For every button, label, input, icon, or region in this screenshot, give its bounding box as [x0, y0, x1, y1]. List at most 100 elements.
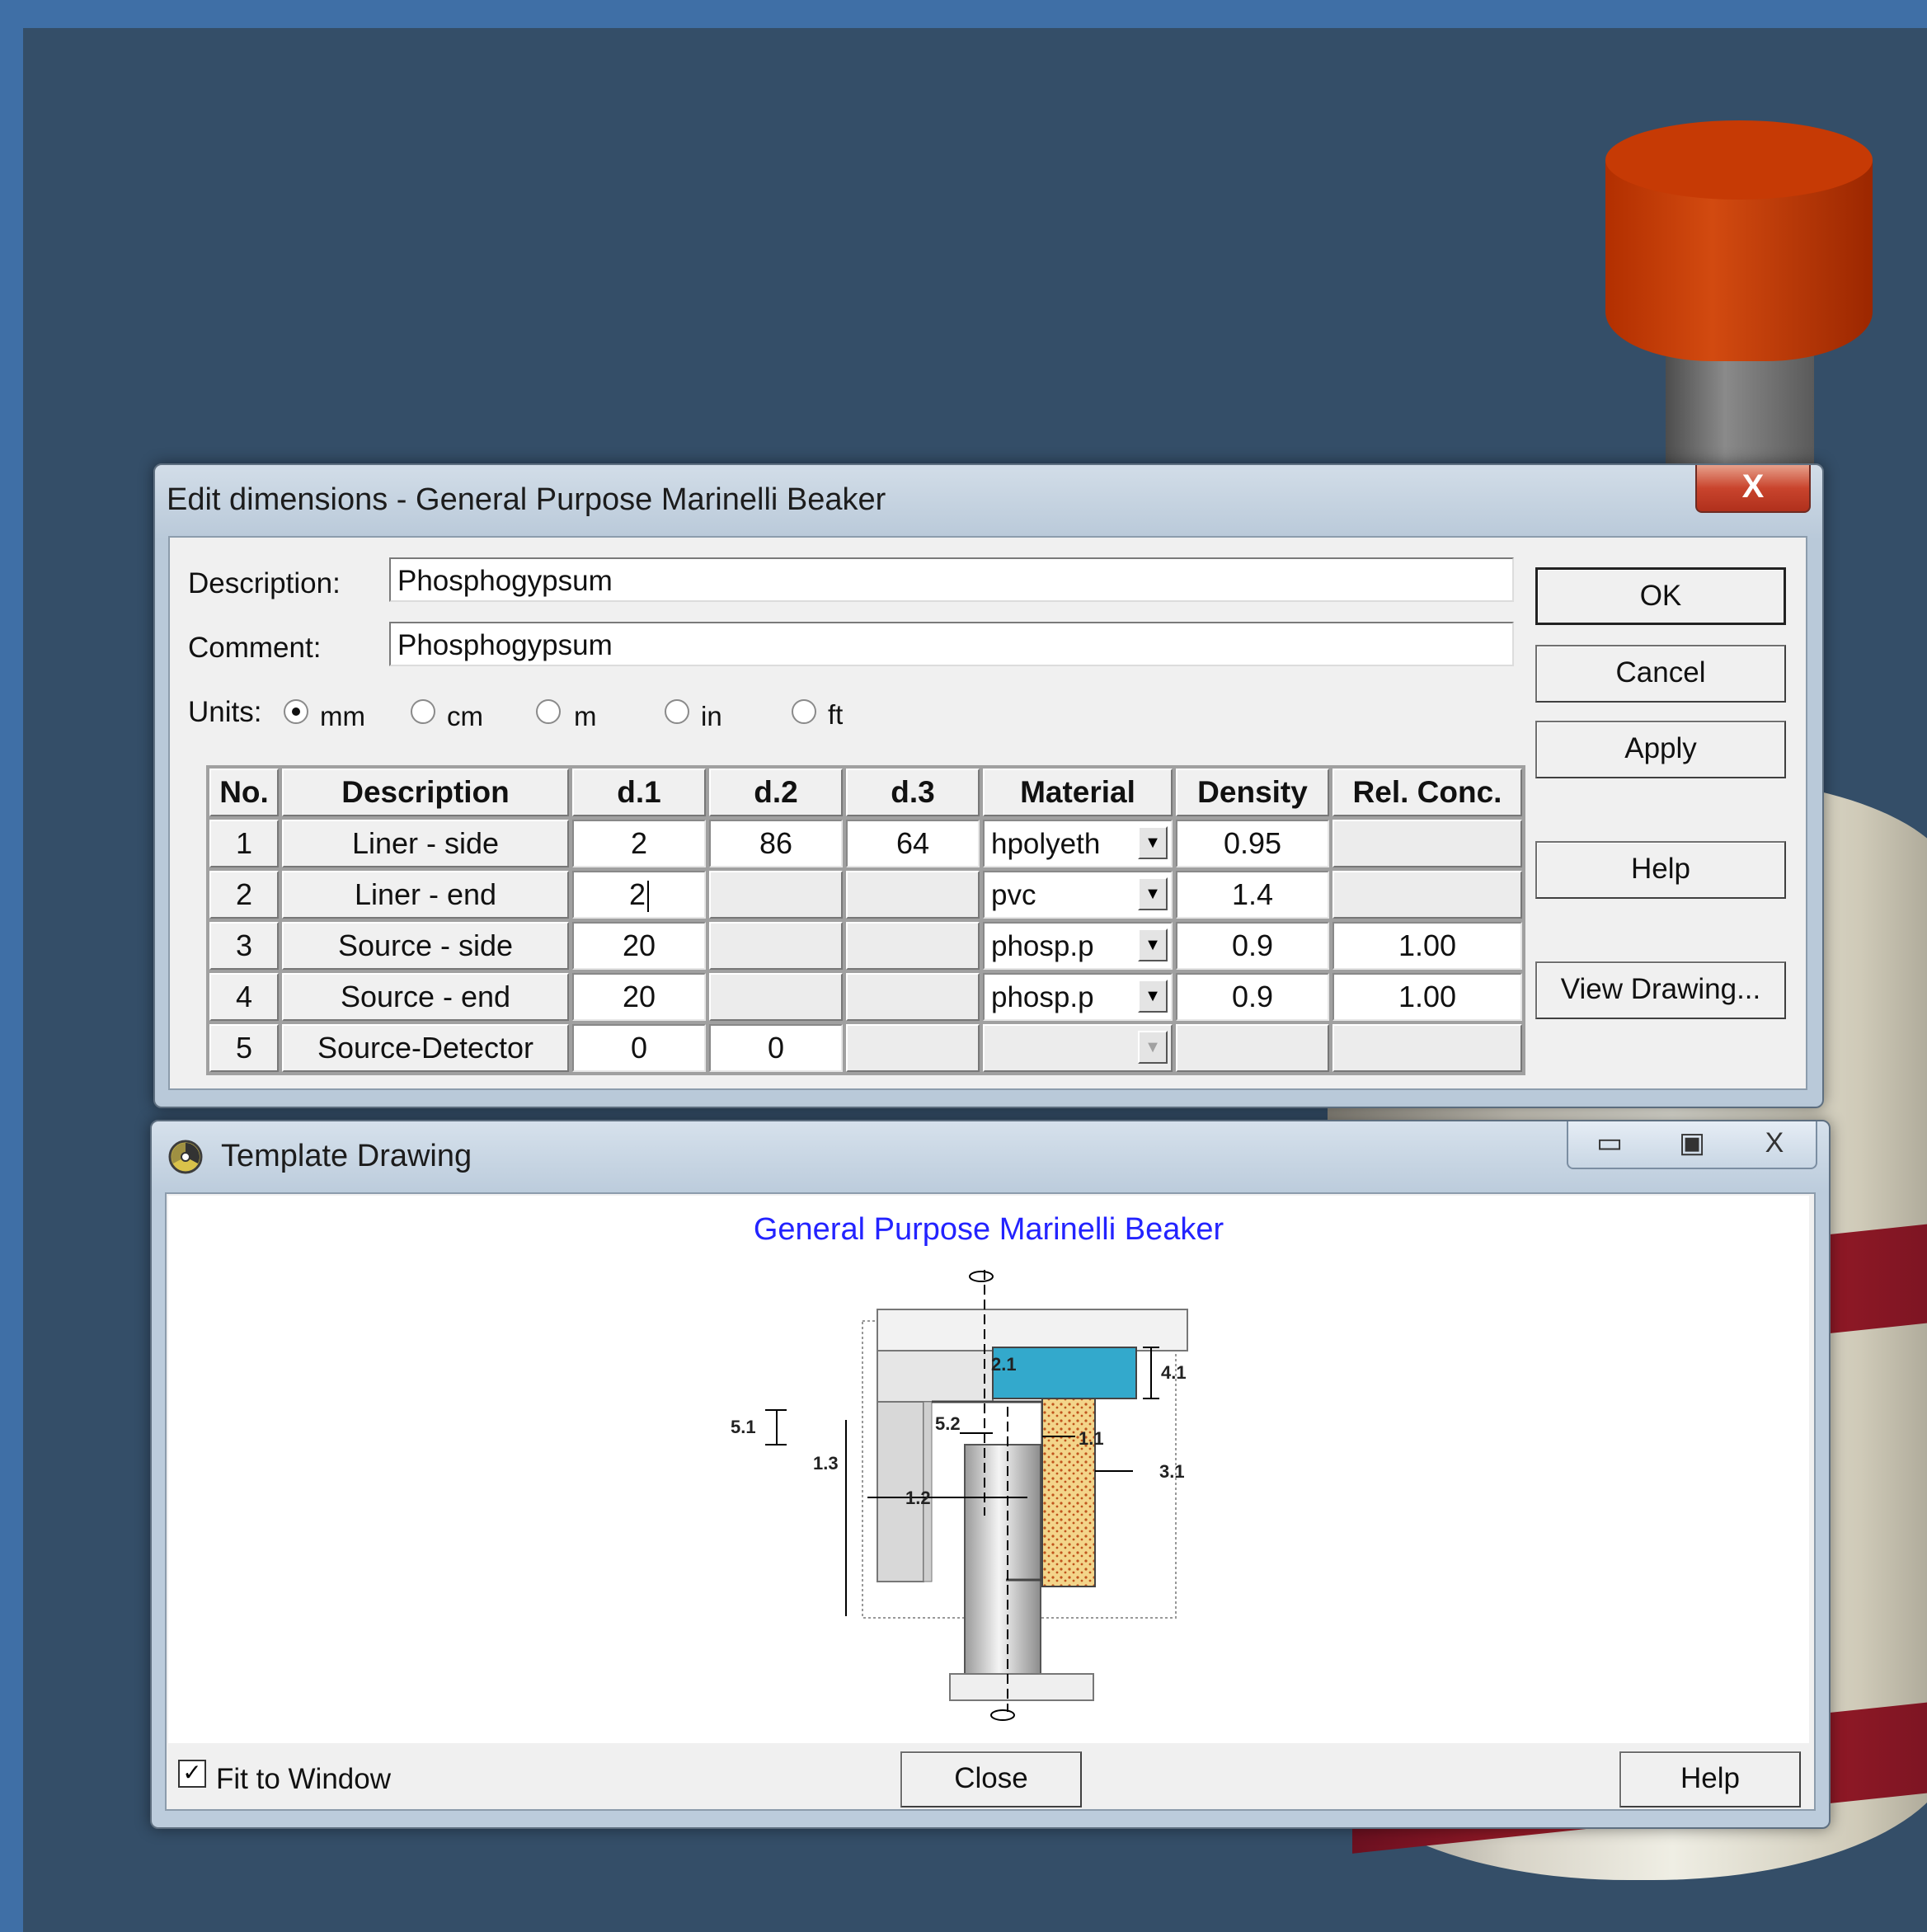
unit-mm-label: mm [320, 701, 365, 731]
d3-cell [846, 922, 980, 970]
d3-cell [846, 973, 980, 1021]
apply-button[interactable]: Apply [1535, 721, 1786, 778]
material-value: hpolyeth [991, 828, 1101, 860]
material-select[interactable]: phosp.p ▼ [983, 922, 1173, 970]
template-drawing-window: Template Drawing ▭ ▣ X General Purpose M… [150, 1120, 1831, 1829]
row-number: 5 [209, 1024, 279, 1072]
dim-label-1-1: 1.1 [1079, 1428, 1104, 1449]
dim-label-1-3: 1.3 [813, 1453, 839, 1474]
d1-cell-editing[interactable]: 2 [572, 871, 706, 919]
d1-cell[interactable]: 0 [572, 1024, 706, 1072]
detector-neck-shape [1666, 355, 1814, 478]
density-cell[interactable]: 0.9 [1176, 922, 1329, 970]
dropdown-arrow-icon[interactable]: ▼ [1138, 826, 1168, 859]
table-header-row: No. Description d.1 d.2 d.3 Material Den… [209, 769, 1522, 816]
unit-cm-radio[interactable] [411, 699, 435, 724]
d3-cell [846, 871, 980, 919]
dropdown-arrow-icon[interactable]: ▼ [1138, 877, 1168, 910]
column-header-rel-conc: Rel. Conc. [1332, 769, 1522, 816]
text-cursor [647, 881, 650, 913]
column-header-d2: d.2 [709, 769, 843, 816]
dim-label-1-2: 1.2 [905, 1488, 931, 1508]
template-client-area: General Purpose Marinelli Beaker 2.1 4.1… [165, 1192, 1816, 1811]
minimize-icon[interactable]: ▭ [1568, 1121, 1651, 1168]
dialog-client-area: Description: Phosphogypsum Comment: Phos… [168, 536, 1807, 1090]
unit-ft-radio[interactable] [792, 699, 816, 724]
help-button[interactable]: Help [1535, 841, 1786, 899]
dimensions-table: No. Description d.1 d.2 d.3 Material Den… [206, 765, 1525, 1075]
d2-cell [709, 871, 843, 919]
d1-cell[interactable]: 2 [572, 820, 706, 867]
restore-icon[interactable]: ▣ [1651, 1121, 1733, 1168]
unit-in-label: in [701, 701, 722, 731]
view-drawing-button[interactable]: View Drawing... [1535, 961, 1786, 1019]
d2-cell[interactable]: 86 [709, 820, 843, 867]
density-cell[interactable]: 0.9 [1176, 973, 1329, 1021]
table-row: 3 Source - side 20 phosp.p ▼ 0.9 1.00 [209, 922, 1522, 970]
density-cell[interactable]: 0.95 [1176, 820, 1329, 867]
material-select-disabled: ▼ [983, 1024, 1173, 1072]
unit-mm-radio[interactable] [284, 699, 308, 724]
description-label: Description: [188, 567, 341, 599]
cancel-button[interactable]: Cancel [1535, 645, 1786, 703]
material-select[interactable]: phosp.p ▼ [983, 973, 1173, 1021]
material-value: phosp.p [991, 930, 1094, 962]
description-input[interactable]: Phosphogypsum [389, 557, 1514, 602]
app-icon [168, 1140, 203, 1174]
material-value: pvc [991, 879, 1036, 911]
unit-m-radio[interactable] [536, 699, 561, 724]
drawing-canvas: General Purpose Marinelli Beaker 2.1 4.1… [168, 1196, 1809, 1743]
window-title: Template Drawing [221, 1139, 472, 1173]
unit-in-radio[interactable] [665, 699, 689, 724]
density-cell[interactable]: 1.4 [1176, 871, 1329, 919]
d3-cell[interactable]: 64 [846, 820, 980, 867]
column-header-no: No. [209, 769, 279, 816]
d1-cell[interactable]: 20 [572, 973, 706, 1021]
material-value: phosp.p [991, 981, 1094, 1013]
rel-conc-cell[interactable]: 1.00 [1332, 922, 1522, 970]
row-number: 3 [209, 922, 279, 970]
row-description: Source - end [282, 973, 569, 1021]
close-button[interactable]: Close [900, 1751, 1082, 1807]
comment-input[interactable]: Phosphogypsum [389, 622, 1514, 666]
d1-edit-value: 2 [628, 877, 646, 911]
row-number: 1 [209, 820, 279, 867]
table-row: 1 Liner - side 2 86 64 hpolyeth ▼ 0.95 [209, 820, 1522, 867]
help-button[interactable]: Help [1619, 1751, 1801, 1807]
column-header-d3: d.3 [846, 769, 980, 816]
column-header-description: Description [282, 769, 569, 816]
dialog-close-button[interactable]: X [1695, 465, 1811, 513]
source-side-region [1041, 1398, 1096, 1587]
material-select[interactable]: hpolyeth ▼ [983, 820, 1173, 867]
window-controls: ▭ ▣ X [1567, 1121, 1817, 1169]
comment-label: Comment: [188, 632, 322, 664]
density-cell [1176, 1024, 1329, 1072]
unit-cm-label: cm [447, 701, 483, 731]
units-label: Units: [188, 696, 262, 728]
dim-label-4-1: 4.1 [1161, 1362, 1187, 1383]
material-select[interactable]: pvc ▼ [983, 871, 1173, 919]
dropdown-arrow-icon[interactable]: ▼ [1138, 928, 1168, 961]
row-description: Liner - end [282, 871, 569, 919]
ok-button[interactable]: OK [1535, 567, 1786, 625]
d1-cell[interactable]: 20 [572, 922, 706, 970]
dim-label-5-1: 5.1 [731, 1417, 756, 1437]
d2-cell[interactable]: 0 [709, 1024, 843, 1072]
dim-label-2-1: 2.1 [991, 1354, 1017, 1375]
rel-conc-cell[interactable]: 1.00 [1332, 973, 1522, 1021]
table-row: 4 Source - end 20 phosp.p ▼ 0.9 1.00 [209, 973, 1522, 1021]
close-icon[interactable]: X [1733, 1121, 1816, 1168]
row-number: 4 [209, 973, 279, 1021]
table-row: 5 Source-Detector 0 0 ▼ [209, 1024, 1522, 1072]
column-header-d1: d.1 [572, 769, 706, 816]
dropdown-arrow-icon[interactable]: ▼ [1138, 980, 1168, 1013]
rel-conc-cell [1332, 820, 1522, 867]
column-header-density: Density [1176, 769, 1329, 816]
row-description: Source - side [282, 922, 569, 970]
unit-m-label: m [574, 701, 597, 731]
marinelli-beaker-drawing: 2.1 4.1 5.1 5.2 1.1 3.1 1.3 1.2 [731, 1270, 1188, 1721]
row-description: Source-Detector [282, 1024, 569, 1072]
fit-to-window-checkbox[interactable]: ✓ [178, 1760, 206, 1788]
row-number: 2 [209, 871, 279, 919]
fit-to-window-label: Fit to Window [216, 1763, 391, 1795]
